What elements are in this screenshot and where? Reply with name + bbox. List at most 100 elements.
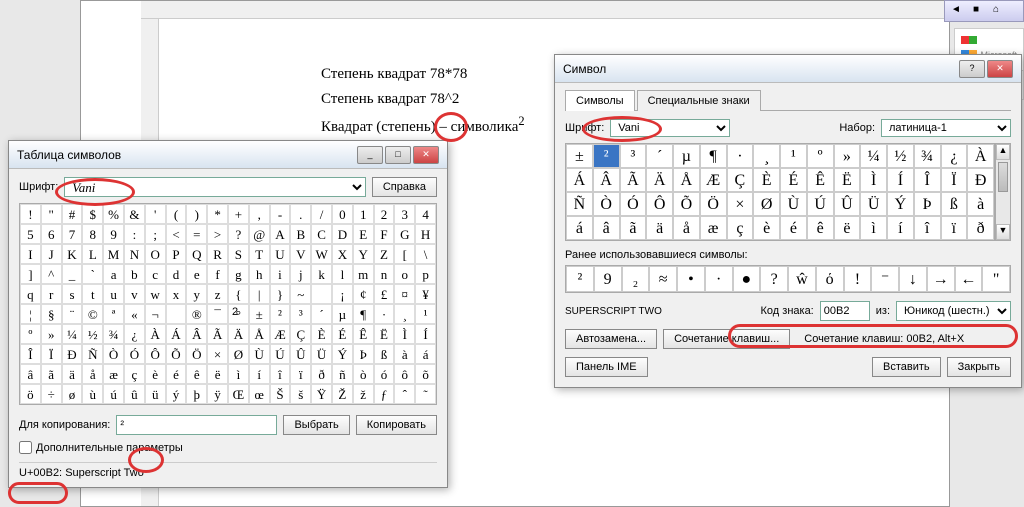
font-select[interactable]: Vani (64, 177, 366, 197)
char-cell[interactable]: I (20, 244, 41, 264)
symbol-cell[interactable]: ¿ (941, 144, 968, 168)
char-cell[interactable]: â (20, 364, 41, 384)
char-cell[interactable]: Ý (332, 344, 353, 364)
char-cell[interactable]: ò (353, 364, 374, 384)
char-cell[interactable]: ¯ (207, 304, 228, 324)
char-cell[interactable]: ô (394, 364, 415, 384)
recent-cell[interactable]: ŵ (788, 266, 816, 292)
char-cell[interactable]: [ (394, 244, 415, 264)
char-cell[interactable]: Q (186, 244, 207, 264)
char-cell[interactable]: H (415, 224, 436, 244)
char-cell[interactable]: û (124, 384, 145, 404)
char-cell[interactable]: - (270, 204, 291, 224)
symbol-grid[interactable]: ±²³´µ¶·¸¹º»¼½¾¿ÀÁÂÃÄÅÆÇÈÉÊËÌÍÎÏÐÑÒÓÔÕÖ×Ø… (565, 143, 995, 241)
char-cell[interactable]: 9 (103, 224, 124, 244)
char-cell[interactable]: ¼ (62, 324, 83, 344)
char-cell[interactable]: ! (20, 204, 41, 224)
char-cell[interactable]: Ð (62, 344, 83, 364)
recent-cell[interactable]: ! (844, 266, 872, 292)
char-cell[interactable]: K (62, 244, 83, 264)
char-cell[interactable]: b (124, 264, 145, 284)
char-cell[interactable]: ÷ (41, 384, 62, 404)
char-cell[interactable]: : (124, 224, 145, 244)
char-cell[interactable]: ã (41, 364, 62, 384)
font-select[interactable]: Vani (610, 119, 730, 137)
close-button[interactable]: ✕ (413, 146, 439, 164)
char-cell[interactable]: \ (415, 244, 436, 264)
char-cell[interactable]: 3 (394, 204, 415, 224)
symbol-cell[interactable]: Ò (593, 192, 620, 216)
insert-button[interactable]: Вставить (872, 357, 941, 377)
symbol-cell[interactable]: Õ (673, 192, 700, 216)
char-cell[interactable]: Ô (145, 344, 166, 364)
char-cell[interactable]: ä (62, 364, 83, 384)
char-cell[interactable]: ê (186, 364, 207, 384)
char-cell[interactable]: Ø (228, 344, 249, 364)
grid-scrollbar[interactable]: ▲ ▼ (995, 143, 1011, 241)
char-cell[interactable]: è (145, 364, 166, 384)
char-cell[interactable]: 0 (332, 204, 353, 224)
char-cell[interactable]: i (270, 264, 291, 284)
char-cell[interactable]: B (290, 224, 311, 244)
subset-select[interactable]: латиница-1 (881, 119, 1011, 137)
char-cell[interactable]: ¡ (332, 284, 353, 304)
char-cell[interactable]: t (82, 284, 103, 304)
char-cell[interactable]: 7 (62, 224, 83, 244)
recent-cell[interactable]: ≈ (649, 266, 677, 292)
char-cell[interactable]: Ÿ (311, 384, 332, 404)
char-cell[interactable]: h (249, 264, 270, 284)
scroll-thumb[interactable] (998, 162, 1008, 192)
char-cell[interactable] (311, 284, 332, 304)
char-cell[interactable]: ß (374, 344, 395, 364)
recent-cell[interactable]: ↓ (899, 266, 927, 292)
char-cell[interactable]: U (270, 244, 291, 264)
char-cell[interactable]: î (270, 364, 291, 384)
char-cell[interactable]: @ (249, 224, 270, 244)
char-cell[interactable]: < (166, 224, 187, 244)
char-cell[interactable]: ´ (311, 304, 332, 324)
tab-special[interactable]: Специальные знаки (637, 90, 761, 111)
char-cell[interactable]: P (166, 244, 187, 264)
copy-button[interactable]: Копировать (356, 415, 437, 435)
symbol-cell[interactable]: Þ (914, 192, 941, 216)
tab-symbols[interactable]: Символы (565, 90, 635, 111)
char-cell[interactable]: å (82, 364, 103, 384)
char-cell[interactable]: Ù (249, 344, 270, 364)
char-cell[interactable]: Œ (228, 384, 249, 404)
char-cell[interactable]: Ï (41, 344, 62, 364)
symbol-cell[interactable]: é (780, 216, 807, 240)
char-cell[interactable]: T (249, 244, 270, 264)
char-cell[interactable]: ú (103, 384, 124, 404)
char-cell[interactable]: ª (103, 304, 124, 324)
char-cell[interactable]: Ó (124, 344, 145, 364)
char-cell[interactable]: _ (62, 264, 83, 284)
symbol-cell[interactable]: Û (834, 192, 861, 216)
char-cell[interactable]: * (207, 204, 228, 224)
char-cell[interactable]: u (103, 284, 124, 304)
char-cell[interactable]: j (290, 264, 311, 284)
char-cell[interactable]: þ (186, 384, 207, 404)
symbol-cell[interactable]: Ô (646, 192, 673, 216)
char-cell[interactable]: ¿ (124, 324, 145, 344)
char-cell[interactable]: 2 (374, 204, 395, 224)
recent-cell[interactable]: 9 (594, 266, 622, 292)
char-cell[interactable]: , (249, 204, 270, 224)
ime-button[interactable]: Панель IME (565, 357, 648, 377)
char-cell[interactable]: d (166, 264, 187, 284)
char-cell[interactable]: ^ (41, 264, 62, 284)
char-cell[interactable]: v (124, 284, 145, 304)
symbol-cell[interactable]: ç (727, 216, 754, 240)
char-cell[interactable]: Â (186, 324, 207, 344)
char-cell[interactable]: È (311, 324, 332, 344)
autocorrect-button[interactable]: Автозамена... (565, 329, 657, 349)
symbol-cell[interactable]: á (566, 216, 593, 240)
recent-cell[interactable]: ό (816, 266, 844, 292)
char-cell[interactable]: ; (145, 224, 166, 244)
help-button[interactable]: Справка (372, 177, 437, 197)
char-cell[interactable]: A (270, 224, 291, 244)
char-cell[interactable]: É (332, 324, 353, 344)
char-cell[interactable]: ] (20, 264, 41, 284)
char-cell[interactable]: x (166, 284, 187, 304)
symbol-cell[interactable]: É (780, 168, 807, 192)
symbol-cell[interactable]: Ì (860, 168, 887, 192)
